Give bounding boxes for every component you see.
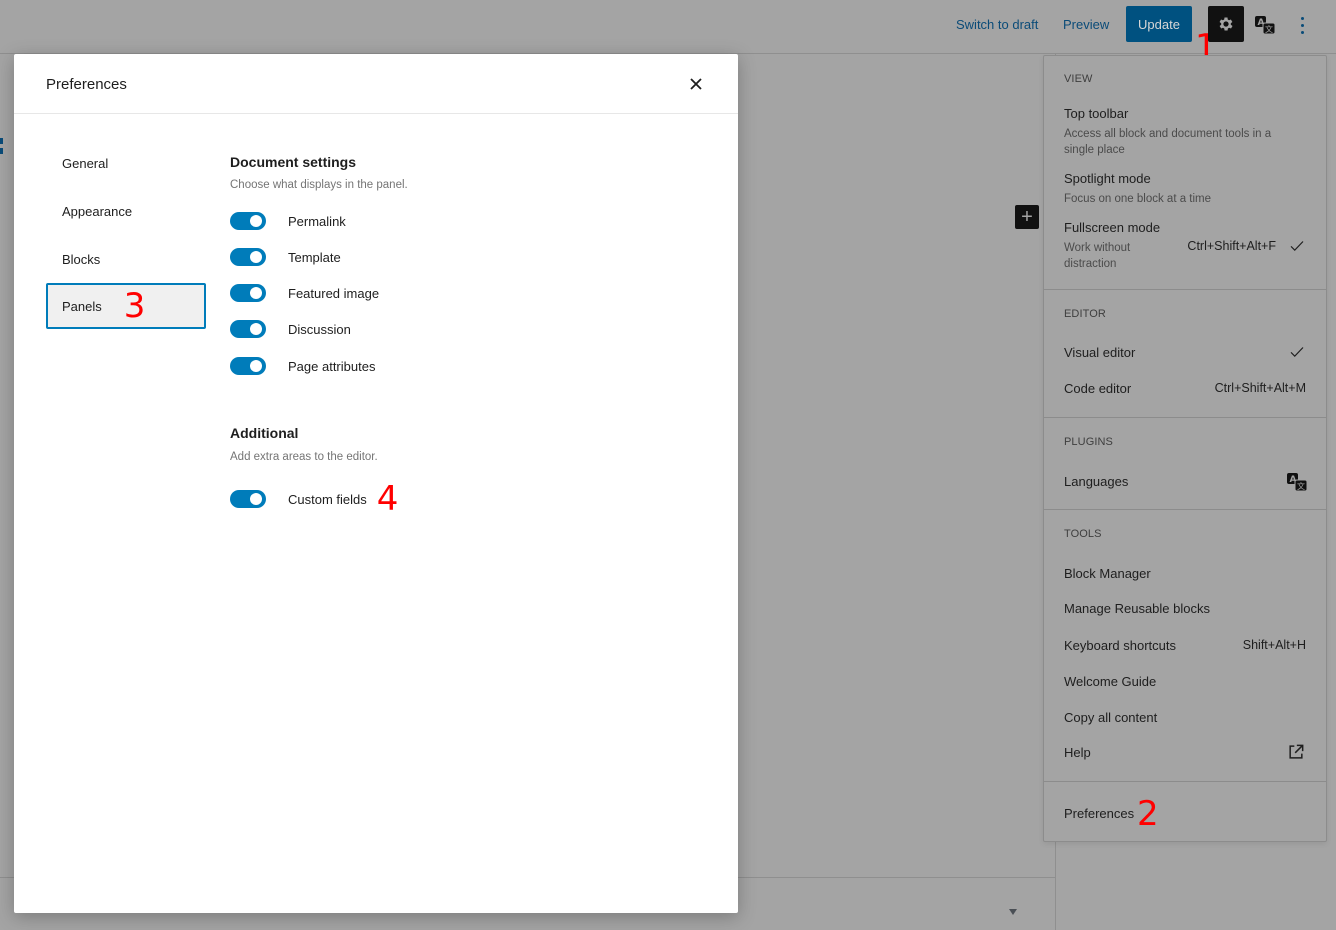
translate-icon: A 文 xyxy=(1255,16,1276,35)
tab-blocks[interactable]: Blocks xyxy=(46,236,206,282)
toggle-label: Template xyxy=(288,249,341,265)
toggle-label: Permalink xyxy=(288,213,346,229)
group-label: Editor xyxy=(1064,308,1106,320)
menu-item-fullscreen-mode[interactable]: Fullscreen mode Work without distraction… xyxy=(1044,216,1326,276)
toggle-label: Discussion xyxy=(288,321,351,337)
editor-header: Switch to draft Preview Update A 文 xyxy=(0,0,1336,54)
tab-panels[interactable]: Panels 3 xyxy=(46,283,206,329)
section-title-additional: Additional xyxy=(230,425,299,441)
menu-item-shortcut: Ctrl+Shift+Alt+M xyxy=(1214,381,1306,395)
menu-item-label: Fullscreen mode xyxy=(1064,220,1161,235)
toggle-featured-image[interactable]: Featured image xyxy=(230,283,379,303)
toggle-switch[interactable] xyxy=(230,284,266,302)
toggle-label: Featured image xyxy=(288,285,380,301)
svg-text:文: 文 xyxy=(1297,481,1305,491)
modal-title: Preferences xyxy=(46,76,127,93)
menu-item-shortcut: Shift+Alt+H xyxy=(1242,638,1306,652)
tab-label: Panels xyxy=(62,298,102,314)
annotation-4: 4 xyxy=(376,479,399,519)
menu-item-label: Manage Reusable blocks xyxy=(1064,601,1210,616)
group-label: View xyxy=(1064,73,1093,85)
caret-down-icon[interactable] xyxy=(1009,909,1017,915)
section-description: Add extra areas to the editor. xyxy=(230,451,378,463)
toggle-label: Custom fields xyxy=(288,491,367,507)
menu-item-label: Preferences xyxy=(1064,806,1135,821)
languages-button[interactable]: A 文 xyxy=(1254,14,1276,36)
menu-item-label: Visual editor xyxy=(1064,345,1136,360)
vertical-ellipsis-icon xyxy=(1300,16,1304,20)
menu-item-copy-all-content[interactable]: Copy all content xyxy=(1044,704,1326,730)
external-link-icon xyxy=(1289,744,1304,759)
section-description: Choose what displays in the panel. xyxy=(230,179,408,191)
options-menu: View Top toolbar Access all block and do… xyxy=(1043,55,1327,842)
ellipsis-dot xyxy=(1300,30,1304,34)
menu-item-label: Keyboard shortcuts xyxy=(1064,638,1177,653)
toggle-switch[interactable] xyxy=(230,212,266,230)
toggle-page-attributes[interactable]: Page attributes xyxy=(230,356,375,376)
section-title-document-settings: Document settings xyxy=(230,154,357,170)
menu-item-visual-editor[interactable]: Visual editor xyxy=(1044,340,1326,366)
menu-item-label: Welcome Guide xyxy=(1064,674,1157,689)
menu-item-manage-reusable-blocks[interactable]: Manage Reusable blocks xyxy=(1044,595,1326,621)
menu-item-preferences[interactable]: Preferences xyxy=(1044,800,1326,826)
menu-item-label: Languages xyxy=(1064,474,1129,489)
toggle-template[interactable]: Template xyxy=(230,247,341,267)
menu-item-label: Spotlight mode xyxy=(1064,171,1151,186)
toggle-switch[interactable] xyxy=(230,357,266,375)
close-icon xyxy=(690,78,702,90)
preview-button[interactable]: Preview xyxy=(1063,17,1109,32)
menu-item-spotlight-mode[interactable]: Spotlight mode Focus on one block at a t… xyxy=(1044,167,1326,207)
menu-group-preferences: Preferences xyxy=(1044,782,1326,842)
check-icon xyxy=(1290,241,1304,251)
menu-item-languages[interactable]: Languages A 文 xyxy=(1044,468,1326,494)
menu-item-block-manager[interactable]: Block Manager xyxy=(1044,560,1326,586)
annotation-3: 3 xyxy=(123,286,146,326)
toggle-custom-fields[interactable]: Custom fields 4 xyxy=(230,479,399,519)
menu-item-shortcut: Ctrl+Shift+Alt+F xyxy=(1187,239,1276,253)
menu-item-help[interactable]: Help xyxy=(1044,739,1326,765)
svg-text:文: 文 xyxy=(1265,24,1273,34)
menu-item-label: Code editor xyxy=(1064,381,1132,396)
menu-group-editor: Editor Visual editor Code editor Ctrl+Sh… xyxy=(1044,290,1326,418)
menu-item-description: Work without distraction xyxy=(1064,242,1131,270)
block-edge-marker xyxy=(0,138,3,162)
menu-item-keyboard-shortcuts[interactable]: Keyboard shortcuts Shift+Alt+H xyxy=(1044,632,1326,658)
modal-header: Preferences xyxy=(14,54,738,114)
menu-item-code-editor[interactable]: Code editor Ctrl+Shift+Alt+M xyxy=(1044,376,1326,402)
menu-item-label: Copy all content xyxy=(1064,710,1158,725)
tab-general[interactable]: General xyxy=(46,140,206,186)
check-icon xyxy=(1290,347,1304,357)
toggle-permalink[interactable]: Permalink xyxy=(230,211,346,231)
menu-item-top-toolbar[interactable]: Top toolbar Access all block and documen… xyxy=(1044,102,1326,160)
update-button[interactable]: Update xyxy=(1126,6,1192,42)
menu-group-plugins: Plugins Languages A 文 xyxy=(1044,418,1326,510)
menu-item-description: Focus on one block at a time xyxy=(1064,193,1212,205)
toggle-label: Page attributes xyxy=(288,358,376,374)
toggle-switch[interactable] xyxy=(230,248,266,266)
switch-to-draft-button[interactable]: Switch to draft xyxy=(956,17,1038,32)
menu-item-welcome-guide[interactable]: Welcome Guide xyxy=(1044,668,1326,694)
menu-item-label: Top toolbar xyxy=(1064,106,1129,121)
toggle-switch[interactable] xyxy=(230,320,266,338)
menu-group-view: View Top toolbar Access all block and do… xyxy=(1044,56,1326,290)
menu-item-label: Help xyxy=(1064,745,1091,760)
group-label: Tools xyxy=(1064,528,1102,540)
block-inserter-button[interactable]: + xyxy=(1015,205,1039,229)
menu-group-tools: Tools Block Manager Manage Reusable bloc… xyxy=(1044,510,1326,782)
close-button[interactable] xyxy=(684,72,708,96)
menu-item-label: Block Manager xyxy=(1064,566,1151,581)
ellipsis-dot xyxy=(1300,23,1304,27)
more-options-button[interactable] xyxy=(1292,12,1312,38)
toggle-discussion[interactable]: Discussion xyxy=(230,319,351,339)
group-label: Plugins xyxy=(1064,436,1113,448)
menu-item-description: Access all block and document tools in a… xyxy=(1064,128,1272,156)
preferences-modal: Preferences General Appearance Blocks Pa… xyxy=(14,54,738,913)
gear-icon xyxy=(1219,17,1233,31)
tab-appearance[interactable]: Appearance xyxy=(46,188,206,234)
annotation-2: 2 xyxy=(1137,794,1159,834)
toggle-switch[interactable] xyxy=(230,490,266,508)
translate-icon: A 文 xyxy=(1287,473,1308,492)
